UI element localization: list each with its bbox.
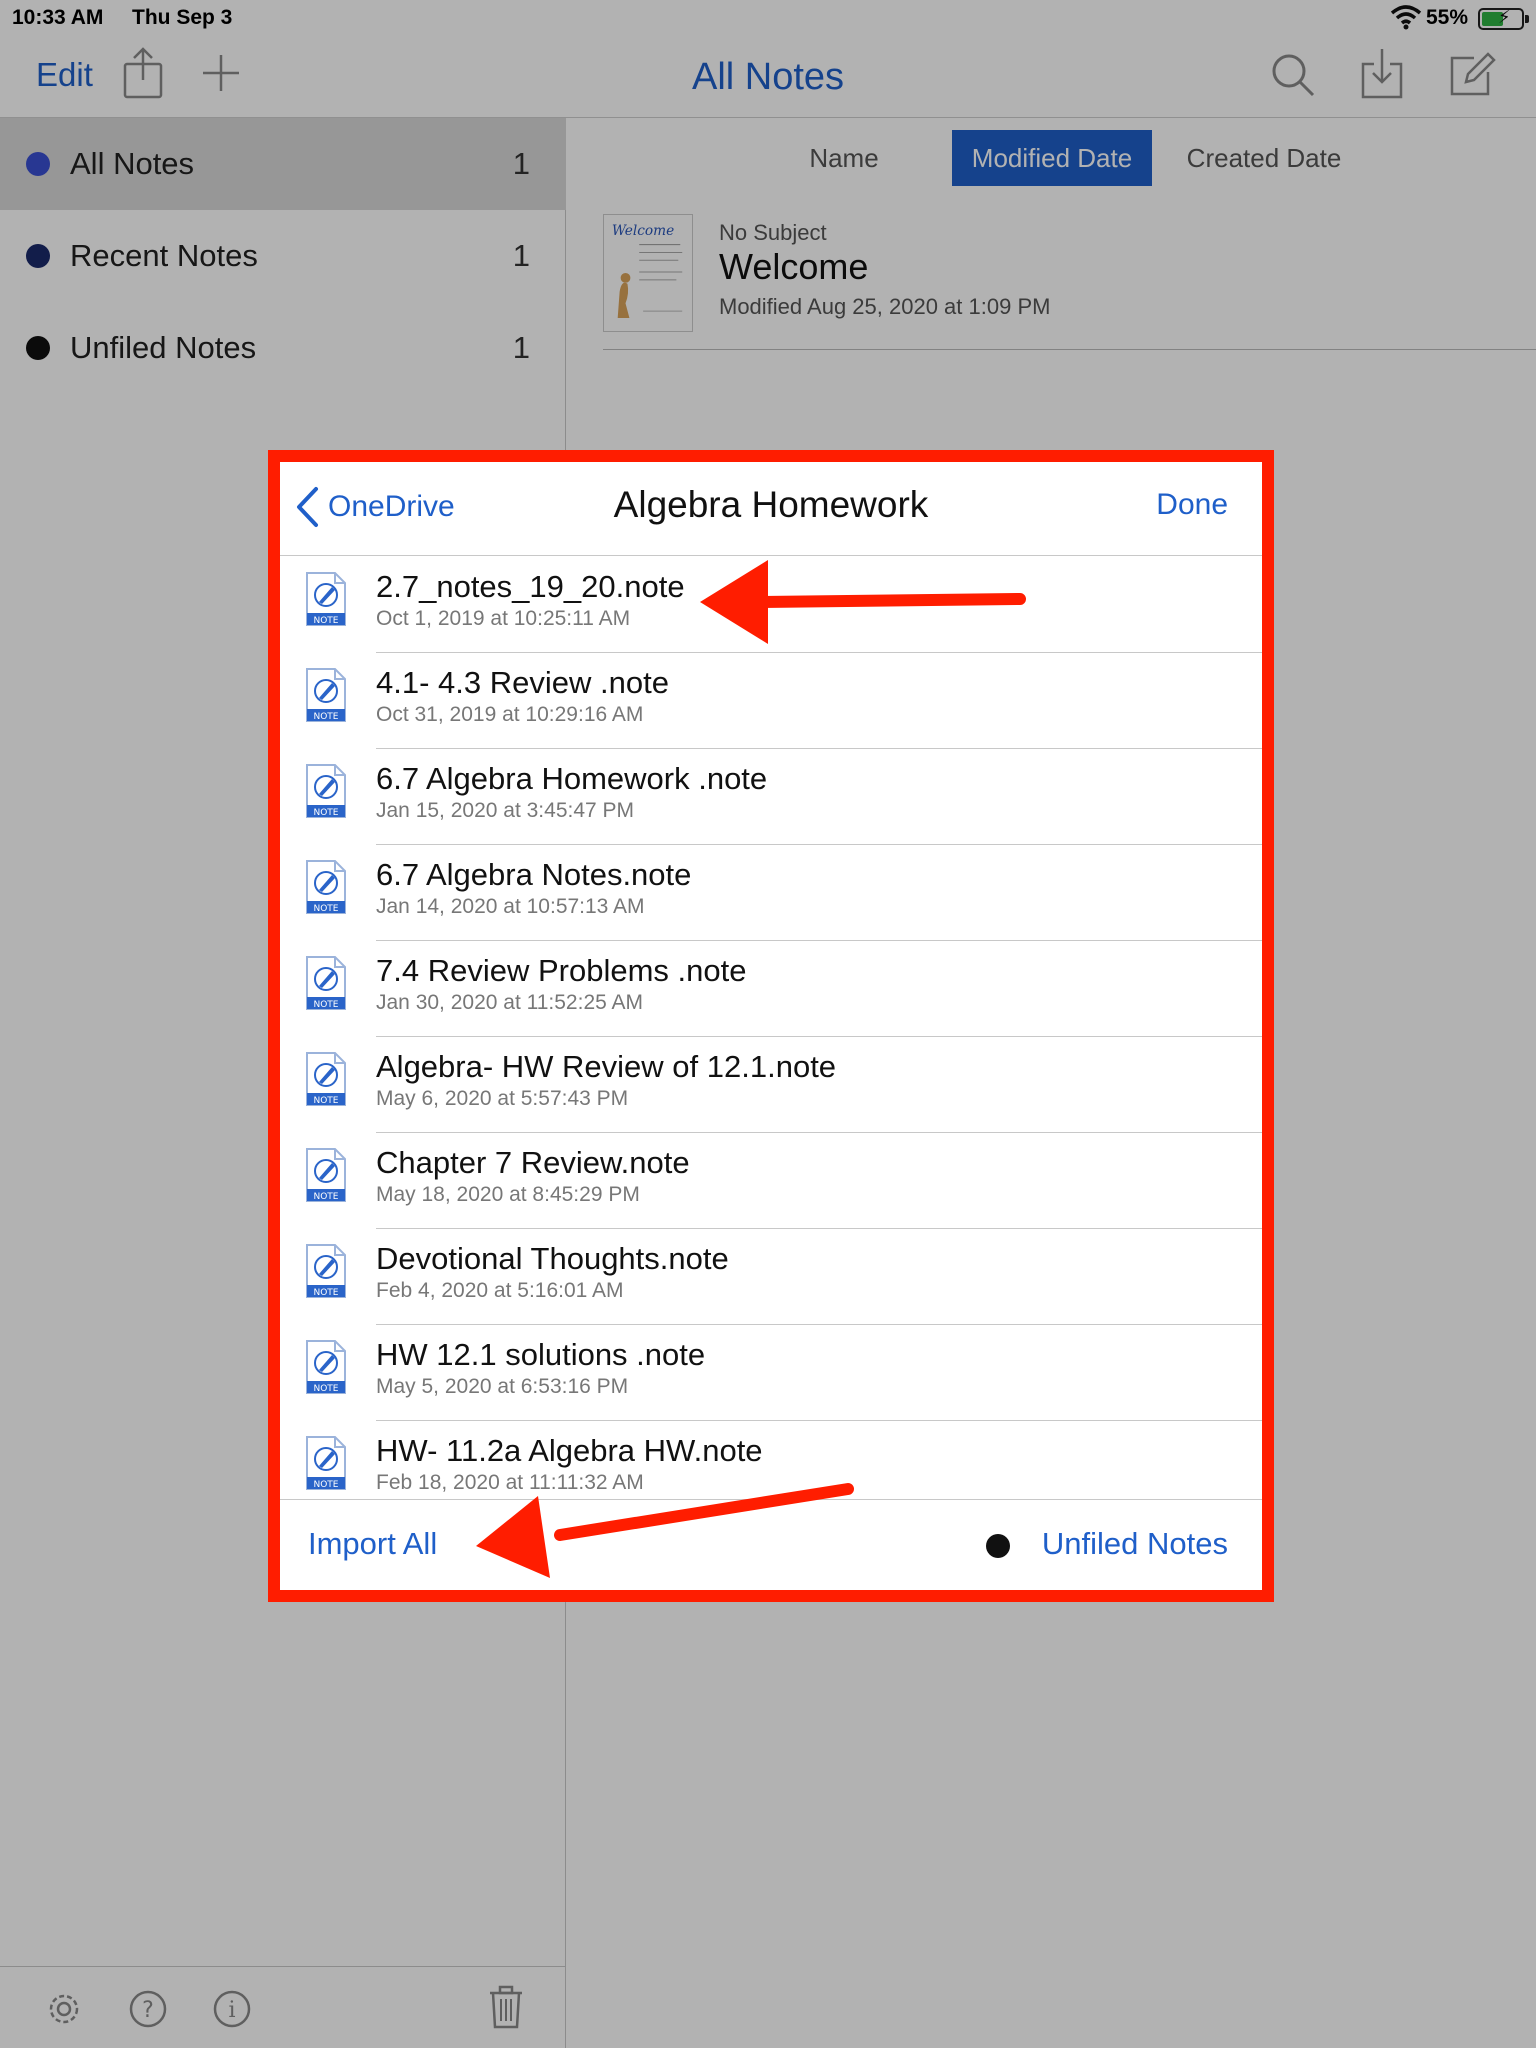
- file-icon-label: NOTE: [313, 904, 338, 914]
- file-date: Feb 4, 2020 at 5:16:01 AM: [376, 1279, 624, 1302]
- file-date: Jan 15, 2020 at 3:45:47 PM: [376, 799, 635, 822]
- file-date: Oct 1, 2019 at 10:25:11 AM: [376, 607, 631, 630]
- file-name: HW 12.1 solutions .note: [376, 1337, 706, 1372]
- modal-footer: Import All Unfiled Notes: [280, 1499, 1262, 1590]
- file-row[interactable]: NOTE 4.1- 4.3 Review .note Oct 31, 2019 at…: [280, 653, 1262, 749]
- file-row[interactable]: NOTE Algebra- HW Review of 12.1.note May 6…: [280, 1037, 1262, 1133]
- import-all-button[interactable]: Import All: [308, 1526, 437, 1562]
- file-icon-label: NOTE: [313, 1384, 338, 1394]
- file-date: May 18, 2020 at 8:45:29 PM: [376, 1183, 640, 1206]
- file-list[interactable]: NOTE 2.7_notes_19_20.note Oct 1, 2019 at 1…: [280, 557, 1262, 1499]
- modal-title: Algebra Homework: [613, 484, 929, 525]
- file-name: 2.7_notes_19_20.note: [376, 569, 685, 604]
- file-icon-label: NOTE: [313, 1000, 338, 1010]
- note-file-icon: NOTE: [306, 1148, 346, 1202]
- file-name: 6.7 Algebra Notes.note: [376, 857, 692, 892]
- file-name: Chapter 7 Review.note: [376, 1145, 690, 1180]
- import-modal: OneDrive Algebra Homework Done NOTE 2.7_n…: [280, 462, 1262, 1590]
- file-name: Algebra- HW Review of 12.1.note: [376, 1049, 837, 1084]
- file-icon-label: NOTE: [313, 808, 338, 818]
- note-file-icon: NOTE: [306, 572, 346, 626]
- file-date: Oct 31, 2019 at 10:29:16 AM: [376, 703, 644, 726]
- note-file-icon: NOTE: [306, 668, 346, 722]
- note-file-icon: NOTE: [306, 860, 346, 914]
- modal-header: OneDrive Algebra Homework Done: [280, 462, 1262, 556]
- file-icon-label: NOTE: [313, 616, 338, 626]
- file-row[interactable]: NOTE 6.7 Algebra Homework .note Jan 15, 20…: [280, 749, 1262, 845]
- file-row[interactable]: NOTE 2.7_notes_19_20.note Oct 1, 2019 at 1…: [280, 557, 1262, 653]
- file-row[interactable]: NOTE 6.7 Algebra Notes.note Jan 14, 2020 a…: [280, 845, 1262, 941]
- file-row[interactable]: NOTE HW- 11.2a Algebra HW.note Feb 18, 202…: [280, 1421, 1262, 1499]
- file-date: Jan 30, 2020 at 11:52:25 AM: [376, 991, 643, 1014]
- file-row[interactable]: NOTE HW 12.1 solutions .note May 5, 2020 a…: [280, 1325, 1262, 1421]
- note-file-icon: NOTE: [306, 1340, 346, 1394]
- file-name: 4.1- 4.3 Review .note: [376, 665, 669, 700]
- note-file-icon: NOTE: [306, 1244, 346, 1298]
- file-date: Feb 18, 2020 at 11:11:32 AM: [376, 1471, 644, 1494]
- file-row[interactable]: NOTE Devotional Thoughts.note Feb 4, 2020 …: [280, 1229, 1262, 1325]
- file-icon-label: NOTE: [313, 1480, 338, 1490]
- file-icon-label: NOTE: [313, 1288, 338, 1298]
- file-icon-label: NOTE: [313, 1192, 338, 1202]
- file-row[interactable]: NOTE 7.4 Review Problems .note Jan 30, 202…: [280, 941, 1262, 1037]
- note-file-icon: NOTE: [306, 1436, 346, 1490]
- note-file-icon: NOTE: [306, 1052, 346, 1106]
- file-name: 7.4 Review Problems .note: [376, 953, 747, 988]
- file-row[interactable]: NOTE Chapter 7 Review.note May 18, 2020 at…: [280, 1133, 1262, 1229]
- file-name: Devotional Thoughts.note: [376, 1241, 729, 1276]
- file-date: Jan 14, 2020 at 10:57:13 AM: [376, 895, 645, 918]
- file-icon-label: NOTE: [313, 1096, 338, 1106]
- file-name: HW- 11.2a Algebra HW.note: [376, 1433, 763, 1468]
- destination-folder-button[interactable]: Unfiled Notes: [1042, 1526, 1228, 1562]
- note-file-icon: NOTE: [306, 764, 346, 818]
- done-button[interactable]: Done: [1156, 488, 1228, 522]
- folder-color-dot: [986, 1534, 1010, 1558]
- file-date: May 6, 2020 at 5:57:43 PM: [376, 1087, 629, 1110]
- file-icon-label: NOTE: [313, 712, 338, 722]
- file-date: May 5, 2020 at 6:53:16 PM: [376, 1375, 629, 1398]
- file-name: 6.7 Algebra Homework .note: [376, 761, 768, 796]
- note-file-icon: NOTE: [306, 956, 346, 1010]
